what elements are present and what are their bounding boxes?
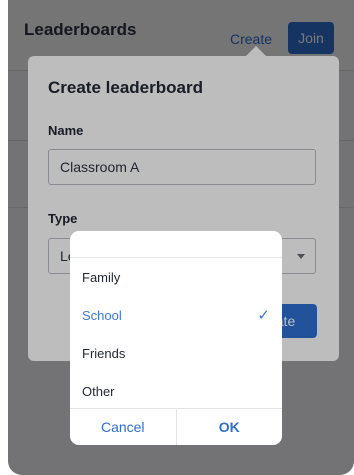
- picker-option-label: School: [82, 307, 122, 323]
- picker-option-other[interactable]: Other: [70, 372, 282, 410]
- cancel-button[interactable]: Cancel: [70, 409, 177, 445]
- picker-header: [70, 231, 282, 258]
- picker-option-friends[interactable]: Friends: [70, 334, 282, 372]
- picker-option-label: Other: [82, 383, 115, 399]
- picker-option-school[interactable]: School ✓: [70, 296, 282, 334]
- picker-actions: Cancel OK: [70, 408, 282, 445]
- picker-option-label: Friends: [82, 345, 126, 361]
- picker-option-label: Family: [82, 269, 121, 285]
- checkmark-icon: ✓: [257, 307, 270, 324]
- type-picker: Family School ✓ Friends Other Cancel OK: [70, 231, 282, 445]
- picker-option-family[interactable]: Family: [70, 258, 282, 296]
- ok-button[interactable]: OK: [177, 409, 283, 445]
